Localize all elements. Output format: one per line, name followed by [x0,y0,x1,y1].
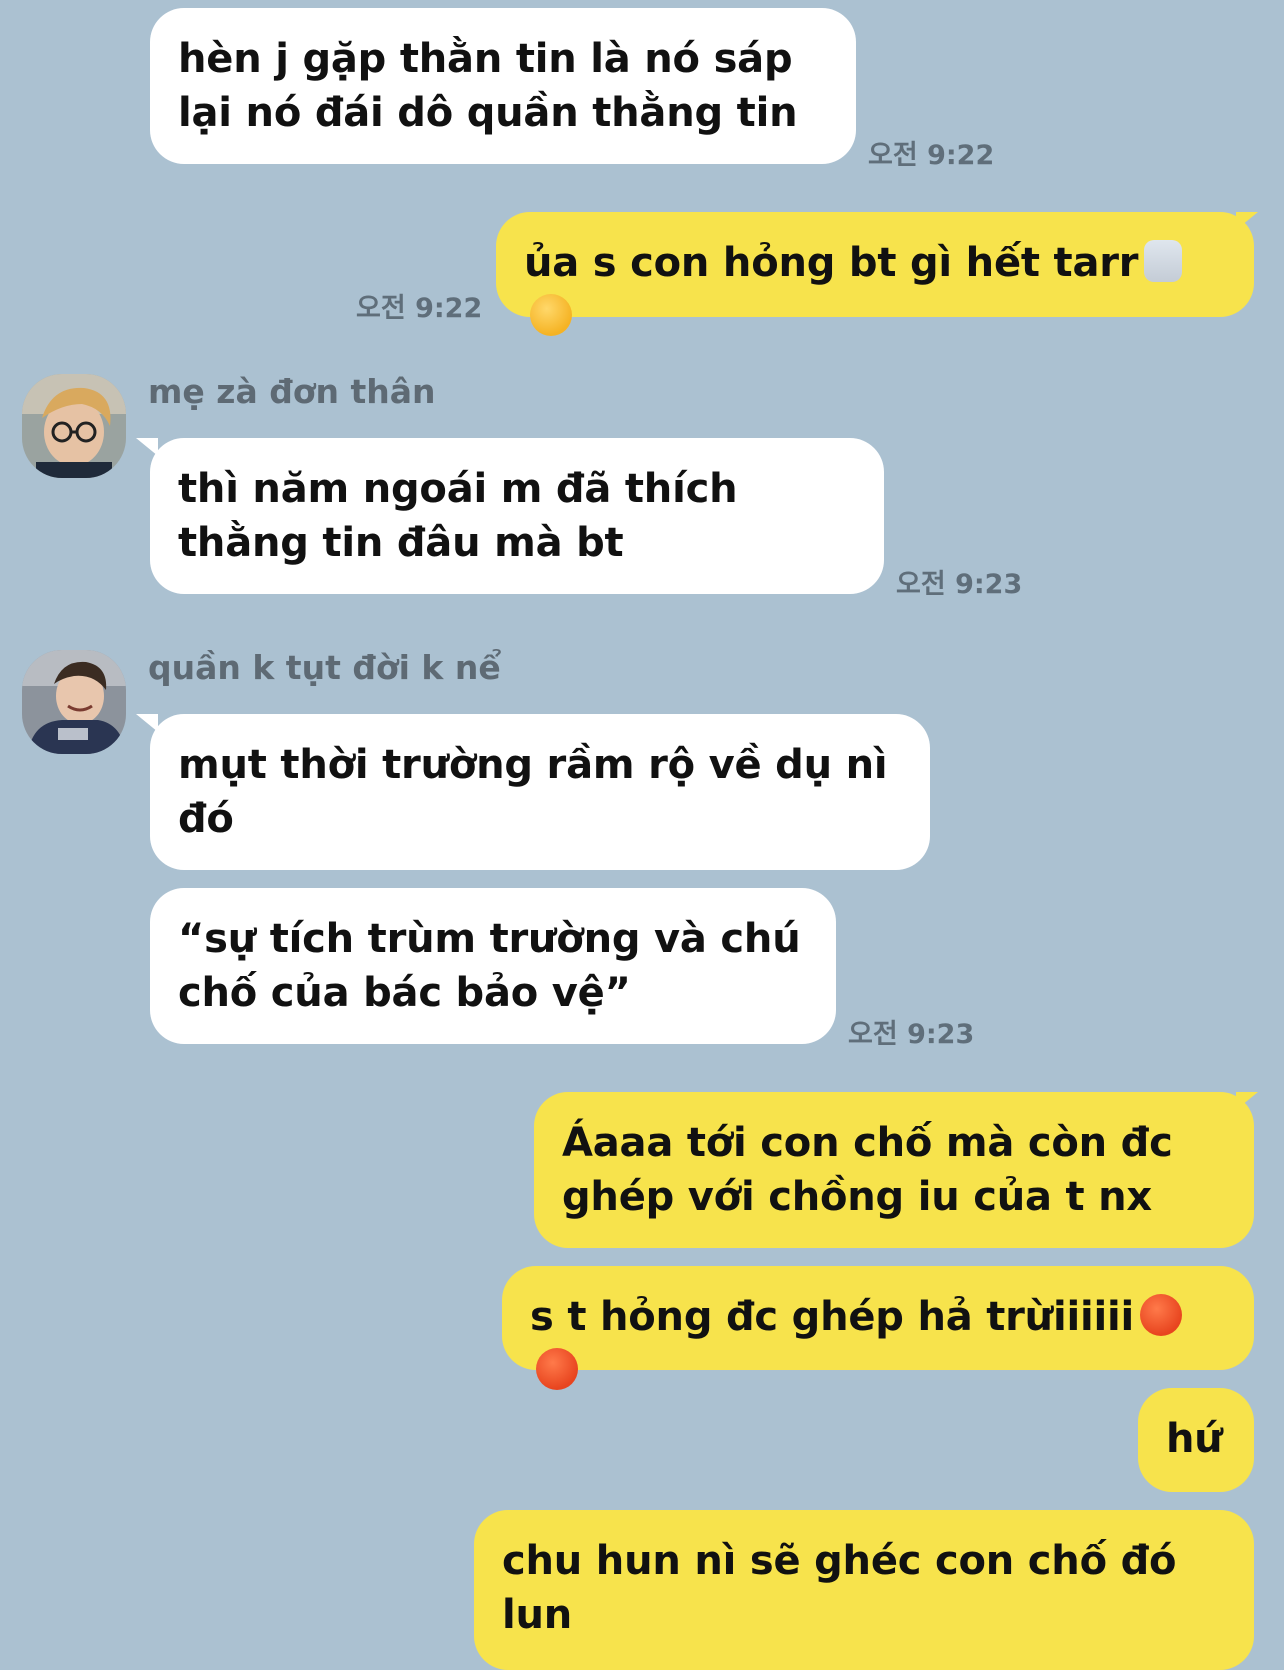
message-text: hứ [1166,1416,1223,1462]
message-text: mụt thời trường rầm rộ về dụ nì đó [178,742,888,842]
message-text: ủa s con hỏng bt gì hết tarr [524,240,1139,286]
message-time: 오전 9:23 [896,569,1023,600]
message-time: 오전 9:22 [356,293,483,324]
message-text: hèn j gặp thằn tin là nó sáp lại nó đái … [178,36,798,136]
message-bubble-outgoing[interactable]: s t hỏng đc ghép hả trừiiiiii [502,1266,1254,1390]
message-bubble-incoming[interactable]: hèn j gặp thằn tin là nó sáp lại nó đái … [150,8,856,164]
message-text: Áaaa tới con chố mà còn đc ghép với chồn… [562,1120,1173,1220]
angry-face-icon [536,1348,578,1390]
message-bubble-outgoing[interactable]: chu hun nì sẽ ghéc con chố đó lun [474,1510,1254,1670]
sender-name: mẹ zà đơn thân [148,372,436,411]
face-with-steam-icon [530,294,572,336]
person-shrugging-icon [1144,240,1183,282]
angry-face-icon [1140,1294,1183,1336]
message-bubble-outgoing[interactable]: ủa s con hỏng bt gì hết tarr [496,212,1254,336]
sender-name: quần k tụt đời k nể [148,648,501,687]
avatar[interactable] [22,650,126,754]
message-text: chu hun nì sẽ ghéc con chố đó lun [502,1538,1177,1638]
message-bubble-incoming[interactable]: thì năm ngoái m đã thích thằng tin đâu m… [150,438,884,594]
message-text: s t hỏng đc ghép hả trừiiiiii [530,1294,1135,1340]
message-bubble-incoming[interactable]: “sự tích trùm trường và chú chố của bác … [150,888,836,1044]
message-text: “sự tích trùm trường và chú chố của bác … [178,916,801,1016]
message-bubble-outgoing[interactable]: Áaaa tới con chố mà còn đc ghép với chồn… [534,1092,1254,1248]
message-text: thì năm ngoái m đã thích thằng tin đâu m… [178,466,738,566]
message-time: 오전 9:23 [848,1019,975,1050]
message-bubble-outgoing[interactable]: hứ [1138,1388,1254,1492]
avatar[interactable] [22,374,126,478]
message-time: 오전 9:22 [868,140,995,171]
message-bubble-incoming[interactable]: mụt thời trường rầm rộ về dụ nì đó [150,714,930,870]
